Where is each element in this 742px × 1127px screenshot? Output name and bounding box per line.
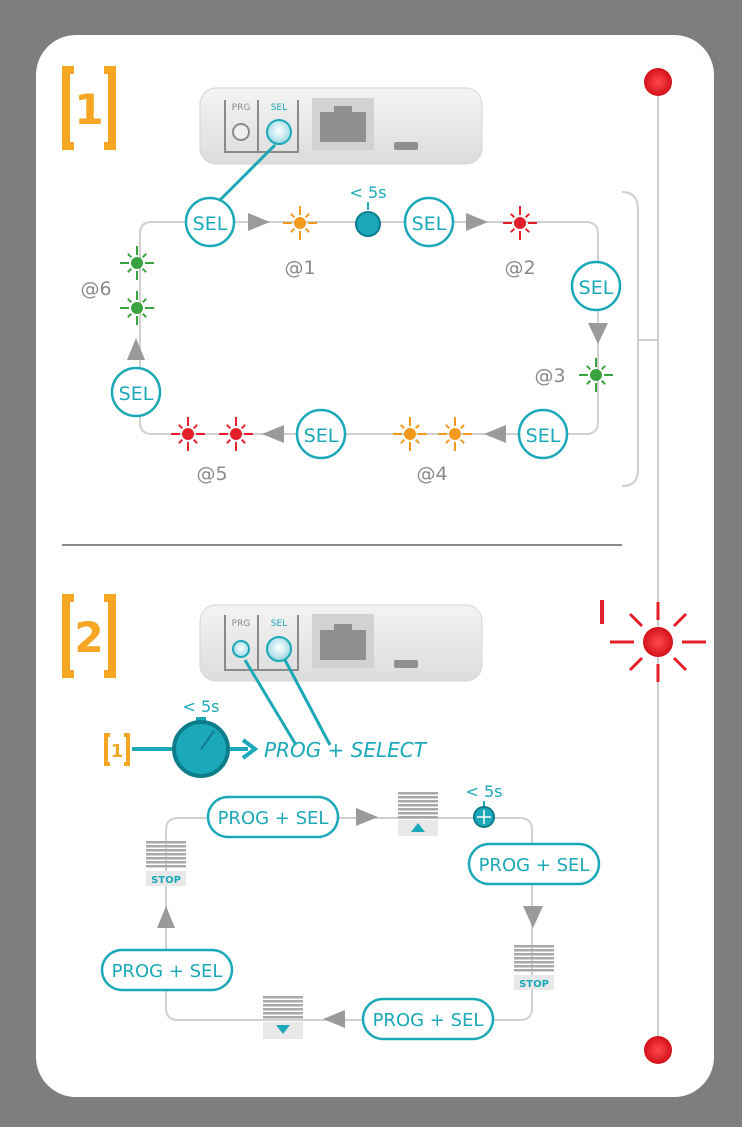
blind-slat (514, 945, 554, 948)
blind-slat (398, 796, 438, 799)
sel-node-5-label: SEL (304, 425, 339, 447)
blind-slat (398, 804, 438, 807)
sel-node-1-label: SEL (193, 213, 228, 235)
action-label: PROG + SELECT (264, 738, 428, 762)
timeline-dot-bottom (644, 1036, 672, 1064)
blind-slat (146, 853, 186, 856)
blind-slat (263, 1004, 303, 1007)
blind-slat (146, 845, 186, 848)
sel-node-4-label: SEL (526, 425, 561, 447)
blind-slat (146, 841, 186, 844)
stop-label-right: STOP (519, 979, 549, 990)
device-1-sel-label: SEL (271, 103, 287, 113)
timeline-small-flag (600, 600, 604, 624)
blind-slat (514, 965, 554, 968)
device-2-prg-label: PRG (232, 619, 251, 629)
timer-2-label: < 5s (182, 697, 219, 716)
device-1-sel-button[interactable] (266, 119, 292, 145)
blind-slat (263, 1012, 303, 1015)
blind-slat (398, 800, 438, 803)
blind-close-icon (263, 996, 303, 1039)
blind-slat (514, 949, 554, 952)
device-2-usb-port (394, 660, 418, 668)
blind-slat (146, 857, 186, 860)
step-badge-1-number: 1 (74, 85, 103, 134)
device-panel-1: PRG SEL (199, 87, 483, 165)
prog-sel-pill-4-label: PROG + SEL (112, 961, 223, 982)
prog-sel-pill-2-label: PROG + SEL (479, 855, 590, 876)
prog-sel-pill-1-label: PROG + SEL (218, 808, 329, 829)
blind-slat (263, 1008, 303, 1011)
device-1-prg-label: PRG (232, 103, 251, 113)
device-1-usb-port (394, 142, 418, 150)
loop-timer-label: < 5s (465, 782, 502, 801)
blind-slat (514, 961, 554, 964)
sel-node-3-label: SEL (579, 277, 614, 299)
blind-slat (146, 849, 186, 852)
blind-slat (146, 861, 186, 864)
sel-node-6-label: SEL (119, 383, 154, 405)
blind-slat (398, 792, 438, 795)
mode-label-1: @1 (284, 257, 315, 279)
device-2-prg-button[interactable] (232, 640, 250, 658)
mode-label-2: @2 (504, 257, 535, 279)
device-2-sel-label: SEL (271, 619, 287, 629)
blind-slat (398, 808, 438, 811)
blind-slat (514, 969, 554, 972)
timeline-dot-top (644, 68, 672, 96)
mode-label-4: @4 (416, 463, 447, 485)
sel-node-2-label: SEL (412, 213, 447, 235)
prog-sel-pill-3-label: PROG + SEL (373, 1010, 484, 1031)
blind-slat (398, 816, 438, 819)
mode-label-3: @3 (534, 365, 565, 387)
blind-slat (514, 957, 554, 960)
blind-slat (263, 1016, 303, 1019)
blind-slat (263, 1000, 303, 1003)
mode-label-5: @5 (196, 463, 227, 485)
blind-slat (146, 865, 186, 868)
step-ref-number: 1 (111, 741, 124, 762)
device-panel-2: PRG SEL (199, 604, 483, 682)
stop-label-left: STOP (151, 875, 181, 886)
device-1-prg-button[interactable] (232, 123, 250, 141)
blind-slat (398, 812, 438, 815)
blind-slat (514, 953, 554, 956)
blind-slat (263, 996, 303, 999)
device-2-sel-button[interactable] (266, 636, 292, 662)
timer-1-label: < 5s (349, 183, 386, 202)
step-badge-2-number: 2 (74, 613, 103, 662)
mode-label-6: @6 (80, 278, 111, 300)
